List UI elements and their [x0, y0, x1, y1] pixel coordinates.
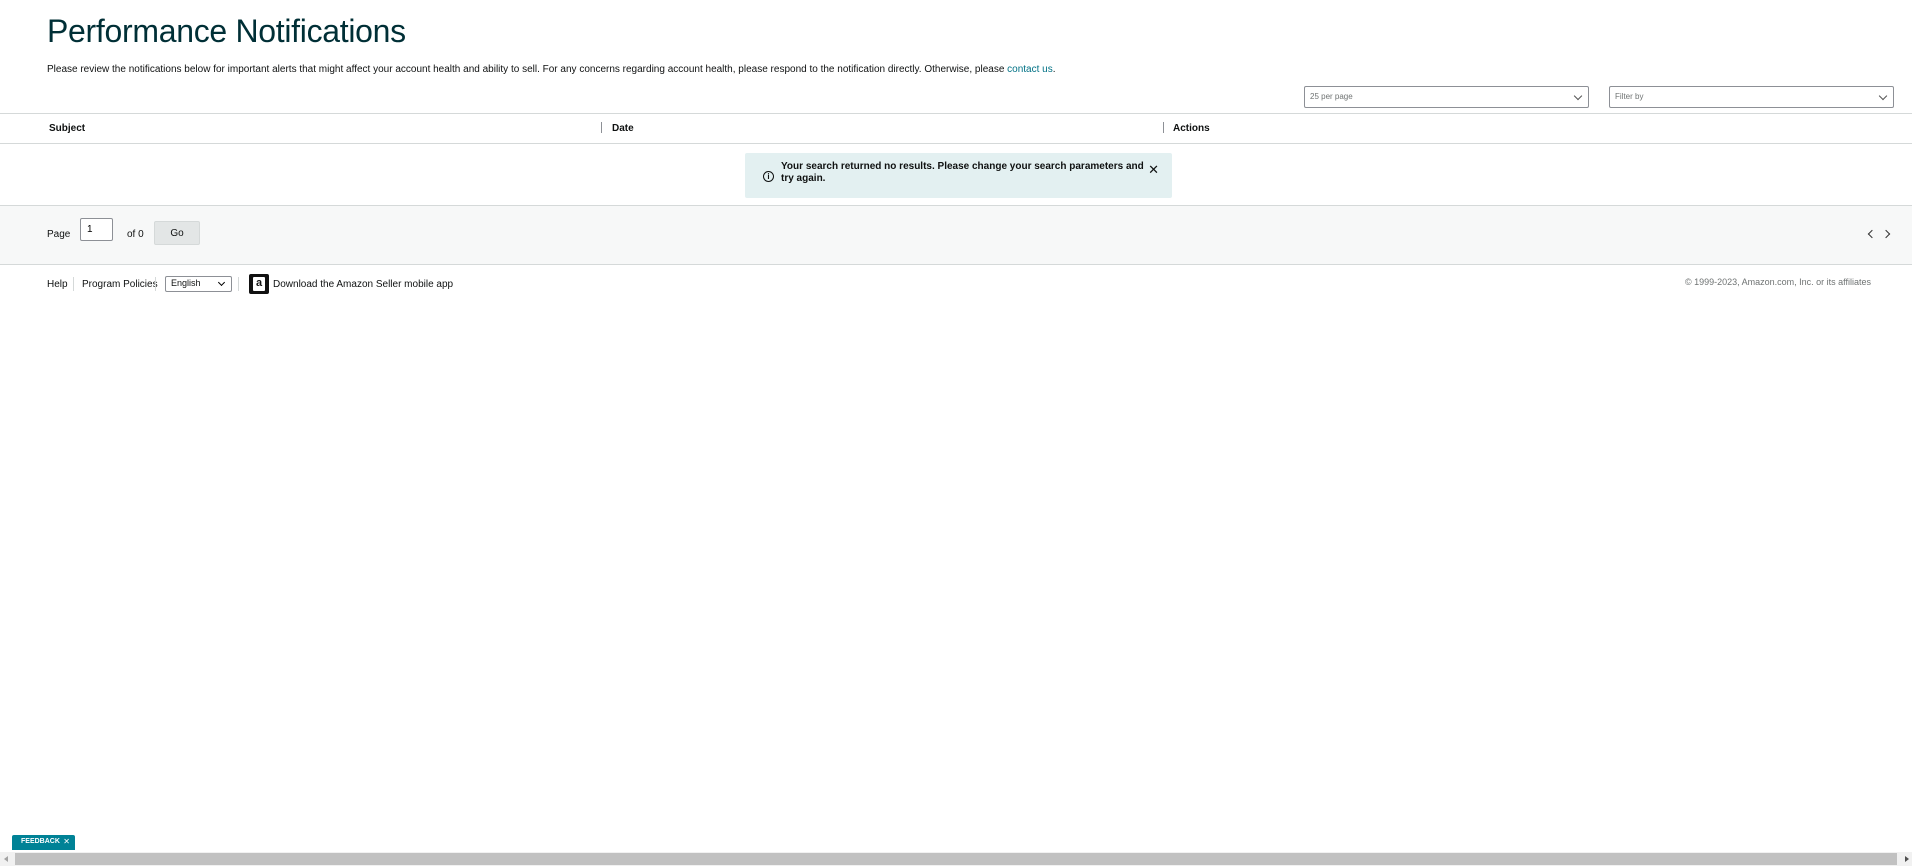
- copyright-text: © 1999-2023, Amazon.com, Inc. or its aff…: [1684, 277, 1871, 287]
- contact-us-link[interactable]: contact us: [1007, 64, 1053, 75]
- language-value: English: [171, 278, 201, 288]
- per-page-value: 25 per page: [1310, 92, 1353, 101]
- page-number-input[interactable]: [80, 218, 113, 241]
- no-results-alert: i Your search returned no results. Pleas…: [745, 153, 1172, 198]
- chevron-left-icon[interactable]: [1867, 229, 1877, 239]
- table-controls: 25 per page Filter by: [0, 86, 1912, 108]
- page-footer: Help Program Policies English a Download…: [0, 272, 1912, 302]
- scrollbar-thumb[interactable]: [15, 853, 1897, 865]
- description-text: Please review the notifications below fo…: [47, 64, 1008, 75]
- feedback-button[interactable]: FEEDBACK ✕: [12, 835, 75, 850]
- pagination-bar: Page of 0 Go: [0, 206, 1912, 265]
- page-title: Performance Notifications: [47, 13, 406, 49]
- page-header: Performance Notifications Please review …: [47, 12, 1912, 76]
- scroll-left-icon[interactable]: [4, 856, 8, 862]
- chevron-down-icon: [217, 278, 226, 287]
- column-header-subject[interactable]: Subject: [49, 123, 85, 134]
- program-policies-link[interactable]: Program Policies: [82, 279, 158, 290]
- page-total-label: of 0: [127, 229, 144, 240]
- table-header: Subject Date Actions: [0, 113, 1912, 144]
- close-icon[interactable]: ✕: [1148, 162, 1159, 178]
- column-divider: [601, 122, 602, 133]
- column-header-actions[interactable]: Actions: [1173, 123, 1210, 134]
- footer-divider: [155, 277, 156, 291]
- chevron-down-icon: [1878, 91, 1888, 101]
- close-icon[interactable]: ✕: [63, 837, 70, 846]
- per-page-select[interactable]: 25 per page: [1304, 86, 1589, 108]
- filter-by-select[interactable]: Filter by: [1609, 86, 1894, 108]
- page-description: Please review the notifications below fo…: [47, 63, 1912, 76]
- alert-message: Your search returned no results. Please …: [781, 161, 1144, 184]
- help-link[interactable]: Help: [47, 279, 68, 290]
- column-header-date[interactable]: Date: [612, 123, 634, 134]
- info-icon: i: [763, 171, 774, 182]
- download-app-link[interactable]: Download the Amazon Seller mobile app: [273, 279, 453, 290]
- amazon-app-icon[interactable]: a: [249, 274, 269, 294]
- chevron-down-icon: [1573, 91, 1583, 101]
- table-body: i Your search returned no results. Pleas…: [0, 144, 1912, 206]
- column-divider: [1163, 122, 1164, 133]
- footer-divider: [238, 277, 239, 291]
- page-label: Page: [47, 229, 71, 240]
- footer-divider: [73, 277, 74, 291]
- scroll-right-icon[interactable]: [1905, 856, 1909, 862]
- language-select[interactable]: English: [165, 276, 232, 292]
- feedback-label: FEEDBACK: [21, 838, 60, 845]
- chevron-right-icon[interactable]: [1881, 229, 1891, 239]
- filter-by-placeholder: Filter by: [1615, 92, 1644, 101]
- horizontal-scrollbar[interactable]: [0, 852, 1912, 866]
- description-end: .: [1052, 64, 1056, 75]
- go-button[interactable]: Go: [154, 221, 200, 245]
